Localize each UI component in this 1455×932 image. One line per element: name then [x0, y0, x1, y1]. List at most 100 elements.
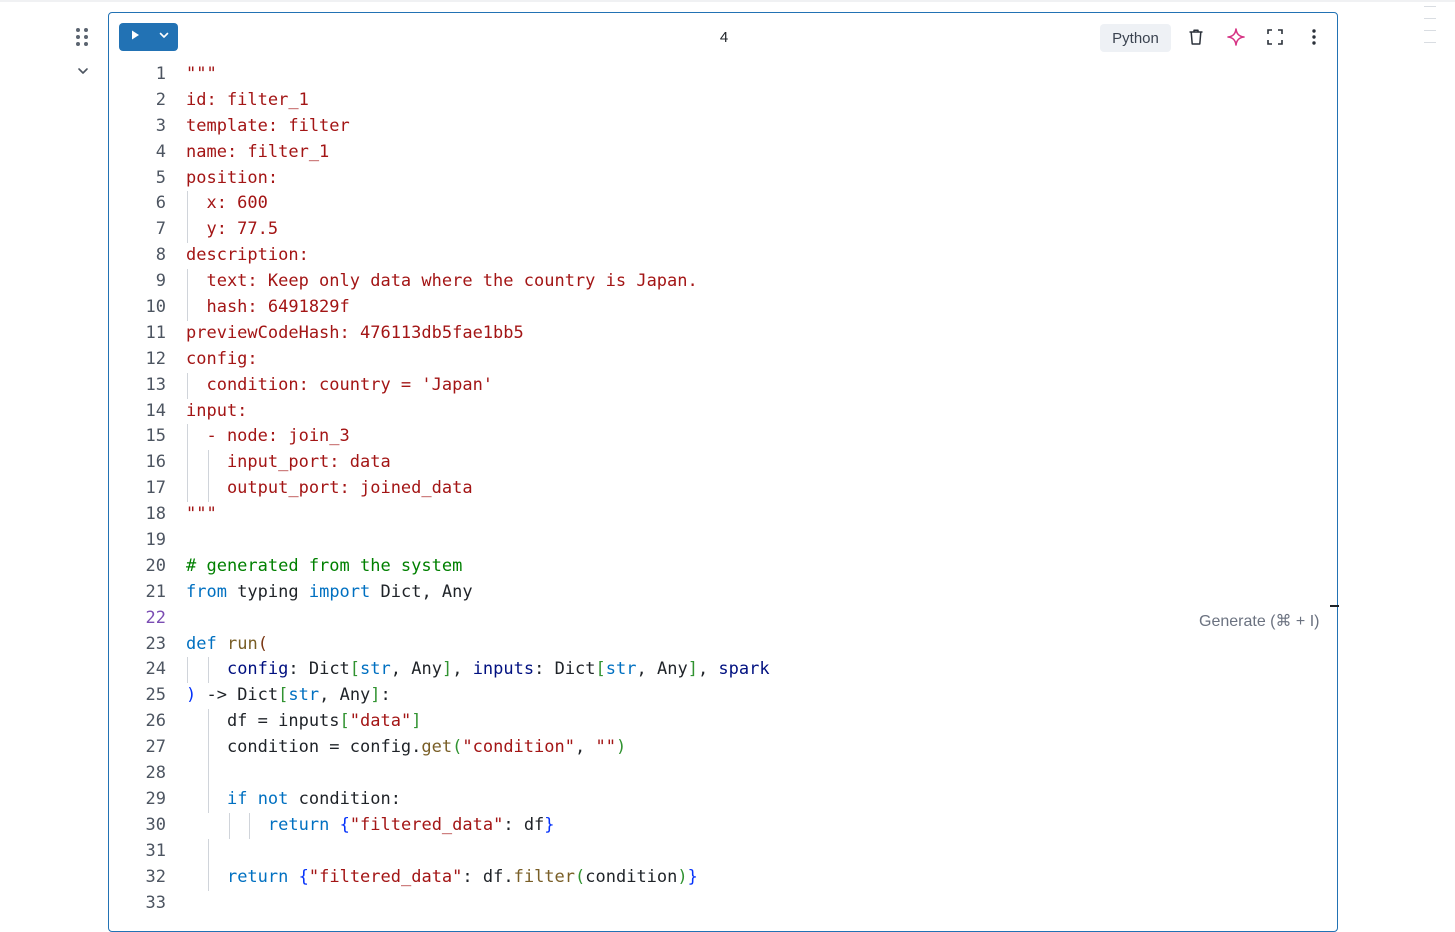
code-line: 21 from typing import Dict, Any — [109, 580, 1337, 606]
code-line: 11 previewCodeHash: 476113db5fae1bb5 — [109, 321, 1337, 347]
line-text: description: — [186, 245, 309, 266]
code-line: 26 df = inputs["data"] — [109, 709, 1337, 736]
line-text: input_port: data — [186, 452, 391, 473]
line-number: 27 — [145, 737, 166, 758]
line-text: position: — [186, 167, 279, 188]
line-text: """ — [186, 64, 217, 84]
line-number: 7 — [155, 219, 166, 240]
line-number: 29 — [145, 788, 166, 809]
indent-guide — [208, 838, 209, 865]
line-number: 26 — [145, 711, 166, 732]
line-text: config: Dict[str, Any], inputs: Dict[str… — [226, 659, 770, 680]
chevron-down-icon — [158, 28, 170, 46]
minimap-rail — [1424, 6, 1436, 54]
line-number: 9 — [155, 271, 166, 292]
code-line: 25) -> Dict[str, Any]: — [109, 683, 1337, 709]
line-text: x: 600 — [186, 193, 268, 214]
line-text: y: 77.5 — [186, 219, 279, 240]
line-text: return {"filtered_data": df} — [267, 814, 555, 835]
sparkle-icon[interactable] — [1225, 26, 1247, 48]
code-line: 13 condition: country = 'Japan' — [109, 372, 1337, 399]
line-text: text: Keep only data where the country i… — [186, 271, 698, 292]
line-number: 5 — [155, 167, 166, 188]
code-line: 3 template: filter — [109, 114, 1337, 140]
line-number: 15 — [145, 426, 166, 447]
line-text: id: filter_1 — [186, 89, 309, 110]
line-number: 16 — [145, 452, 166, 473]
code-line: 22 — [109, 606, 1337, 632]
line-text: template: filter — [186, 115, 350, 136]
language-selector[interactable]: Python — [1100, 24, 1171, 52]
code-line: 12 config: — [109, 347, 1337, 373]
code-line: 28 — [109, 761, 1337, 787]
line-number: 18 — [145, 504, 166, 525]
line-text: previewCodeHash: 476113db5fae1bb5 — [186, 322, 524, 343]
code-line: 4 name: filter_1 — [109, 140, 1337, 166]
line-number: 32 — [145, 866, 166, 887]
line-number: 2 — [155, 89, 166, 110]
code-line: 1 """ — [109, 62, 1337, 88]
generate-hint: Generate (⌘ + I) — [1199, 613, 1320, 630]
line-text: def run( — [186, 633, 268, 654]
line-number: 22 — [145, 607, 166, 628]
line-number: 10 — [145, 297, 166, 318]
code-editor[interactable]: 1 """ 2 id: filter_1 3 template: filter 4 na… — [109, 62, 1337, 916]
line-text: config: — [186, 348, 258, 369]
line-number: 19 — [145, 530, 166, 551]
notebook-cell[interactable]: 4 Python 1 """ 2 id: filter_1 3 template: f… — [108, 12, 1339, 932]
code-line: 16 input_port: data — [109, 450, 1337, 477]
code-line: 29 if not condition: — [109, 786, 1337, 813]
line-number: 28 — [145, 763, 166, 784]
line-text: ) -> Dict[str, Any]: — [186, 685, 391, 706]
line-number: 20 — [145, 555, 166, 576]
run-button-group — [119, 23, 178, 51]
line-number: 24 — [145, 659, 166, 680]
code-line: 20 # generated from the system — [109, 554, 1337, 580]
line-text: name: filter_1 — [186, 141, 330, 162]
more-vertical-icon[interactable] — [1303, 26, 1325, 48]
line-number: 1 — [155, 64, 166, 84]
code-line: 30 return {"filtered_data": df} — [109, 812, 1337, 839]
line-number: 17 — [145, 478, 166, 499]
line-number: 6 — [155, 193, 166, 214]
run-options-dropdown[interactable] — [150, 23, 178, 51]
line-text: condition = config.get("condition", "") — [186, 737, 627, 758]
trash-icon[interactable] — [1185, 26, 1207, 48]
code-line: 7 y: 77.5 — [109, 217, 1337, 244]
line-text: condition: country = 'Japan' — [186, 374, 494, 395]
expand-icon[interactable] — [1264, 26, 1286, 48]
collapse-chevron-icon[interactable] — [76, 64, 90, 78]
code-line: 17 output_port: joined_data — [109, 476, 1337, 503]
code-line: 8 description: — [109, 243, 1337, 269]
line-text: df = inputs["data"] — [186, 711, 422, 732]
cell-number: 4 — [719, 29, 729, 46]
line-number: 3 — [155, 115, 166, 136]
code-line: 24 config: Dict[str, Any], inputs: Dict[… — [109, 657, 1337, 684]
line-number: 14 — [145, 400, 166, 421]
scroll-cursor-marker — [1330, 605, 1339, 607]
line-number: 33 — [145, 892, 166, 913]
code-line: 10 hash: 6491829f — [109, 295, 1337, 321]
line-text: output_port: joined_data — [186, 478, 473, 499]
code-line: 18 """ — [109, 502, 1337, 528]
line-number: 12 — [145, 348, 166, 369]
code-line: 33 — [109, 891, 1337, 917]
line-number: 4 — [155, 141, 166, 162]
line-number: 30 — [145, 814, 166, 835]
code-line: 23 def run( — [109, 632, 1337, 658]
line-number: 8 — [155, 245, 166, 266]
line-text: # generated from the system — [186, 555, 463, 576]
code-line: 31 — [109, 838, 1337, 865]
indent-guide — [208, 761, 209, 787]
code-line: 6 x: 600 — [109, 191, 1337, 218]
line-number: 21 — [145, 581, 166, 602]
line-text: input: — [186, 400, 248, 421]
run-cell-button[interactable] — [119, 23, 150, 51]
code-line: 5 position: — [109, 166, 1337, 192]
code-line: 19 — [109, 528, 1337, 554]
line-text: return {"filtered_data": df.filter(condi… — [226, 866, 698, 887]
code-line: 15 - node: join_3 — [109, 424, 1337, 451]
drag-handle-icon[interactable] — [76, 28, 90, 48]
top-divider — [0, 0, 1455, 2]
line-text: - node: join_3 — [186, 426, 350, 447]
